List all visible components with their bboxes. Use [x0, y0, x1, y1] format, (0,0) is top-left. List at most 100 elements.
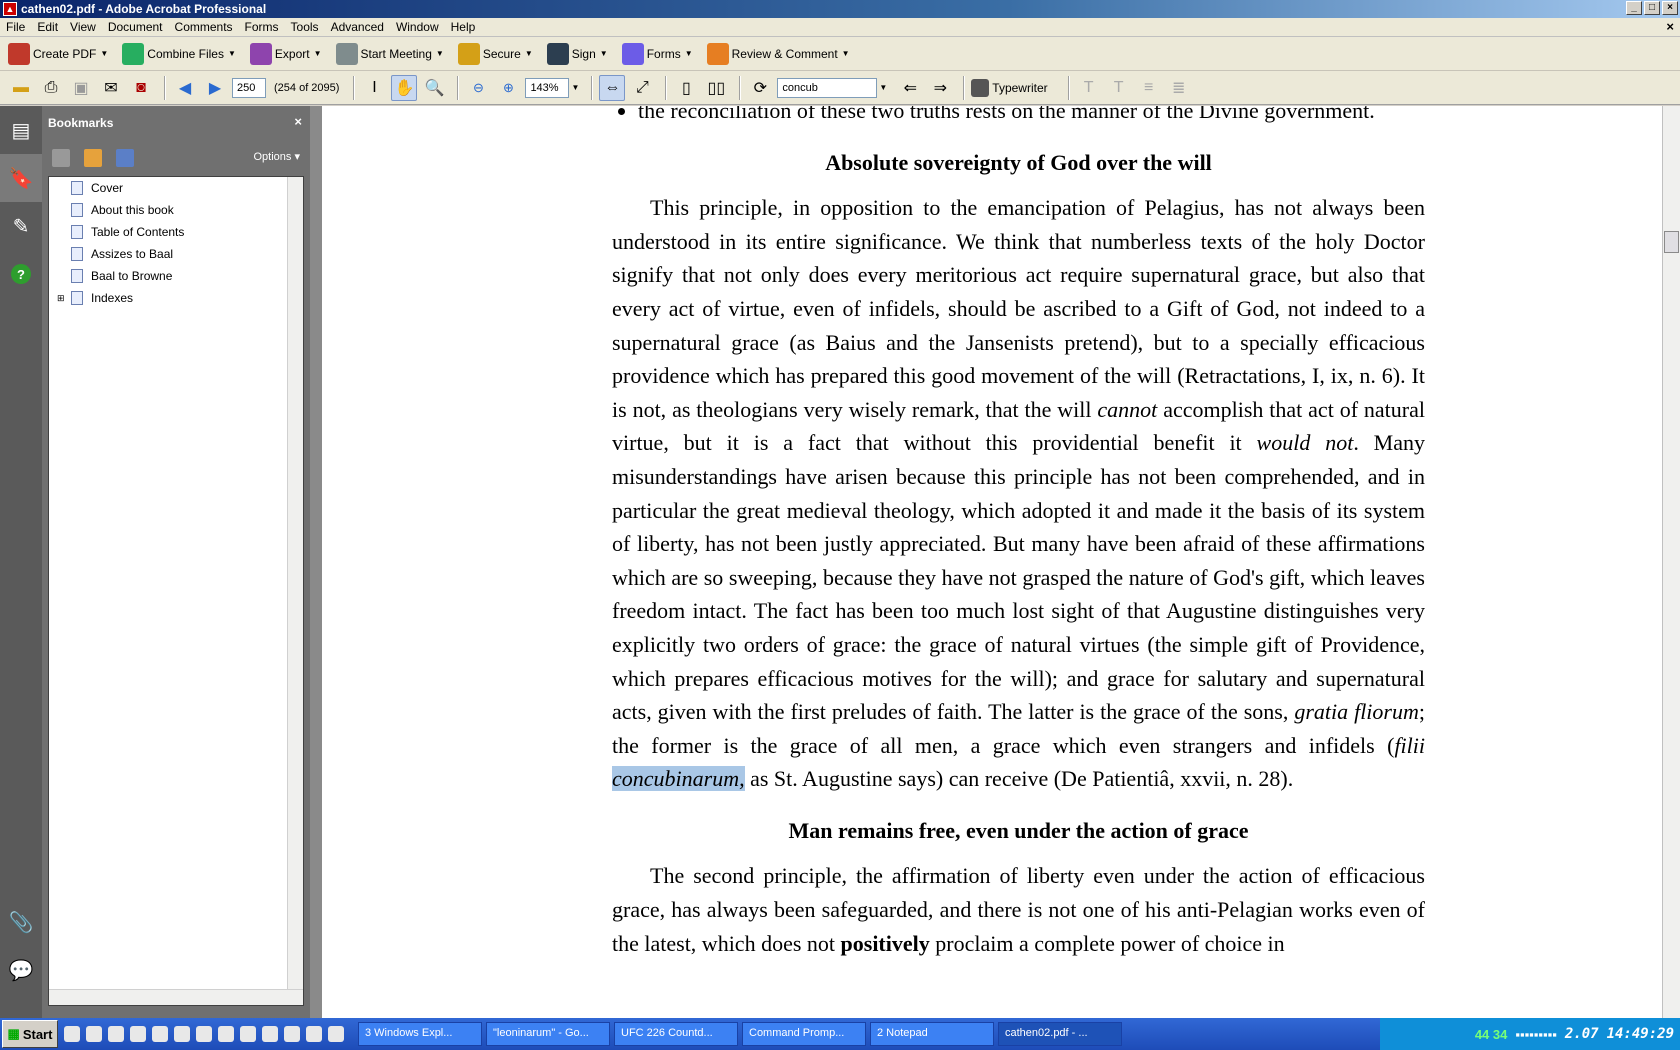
menu-file[interactable]: File [0, 20, 31, 34]
start-meeting-button[interactable]: Start Meeting ▼ [335, 40, 444, 68]
page-number-input[interactable] [232, 77, 266, 98]
document-vertical-scrollbar[interactable] [1662, 106, 1680, 1018]
review-comment-button[interactable]: Review & Comment ▼ [706, 40, 850, 68]
secure-button[interactable]: Secure ▼ [457, 40, 533, 68]
navigation-toolbar: ▬ ⎙ ▣ ✉ ◙ ◀ ▶ (254 of 2095) I ✋ 🔍 ⊖ ⊕ ▼ … [0, 71, 1680, 105]
single-page-icon[interactable]: ▯ [673, 75, 699, 101]
zoom-dropdown-icon[interactable]: ▼ [571, 83, 579, 92]
taskbar-button[interactable]: 3 Windows Expl... [358, 1022, 482, 1046]
minimize-button[interactable]: _ [1626, 1, 1642, 15]
search-highlight: concubinarum, [612, 766, 745, 792]
taskbar-button[interactable]: "leoninarum" - Go... [486, 1022, 610, 1046]
bookmark-item[interactable]: Assizes to Baal [49, 243, 303, 265]
previous-page-icon[interactable]: ◀ [172, 75, 198, 101]
export-button[interactable]: Export ▼ [249, 40, 322, 68]
print-icon[interactable]: ⎙ [38, 75, 64, 101]
find-input[interactable] [777, 77, 878, 98]
open-folder-icon[interactable]: ▬ [8, 75, 34, 101]
start-button[interactable]: ▦ Start [2, 1020, 58, 1048]
quicklaunch-icon[interactable] [328, 1026, 344, 1042]
quicklaunch-icon[interactable] [262, 1026, 278, 1042]
select-text-icon[interactable]: I [361, 75, 387, 101]
menu-tools[interactable]: Tools [285, 20, 325, 34]
bookmarks-vertical-scrollbar[interactable] [287, 177, 303, 989]
zoom-level-input[interactable] [525, 77, 570, 98]
bookmarks-panel-icon[interactable]: 🔖 [0, 154, 42, 202]
taskbar-button[interactable]: Command Promp... [742, 1022, 866, 1046]
menu-comments[interactable]: Comments [169, 20, 239, 34]
expand-bookmark-icon[interactable] [116, 149, 134, 167]
bookmark-item[interactable]: Table of Contents [49, 221, 303, 243]
quicklaunch-icon[interactable] [130, 1026, 146, 1042]
menu-forms[interactable]: Forms [239, 20, 285, 34]
document-view: the reconciliation of these two truths r… [322, 106, 1662, 1018]
bullet-item: the reconciliation of these two truths r… [638, 106, 1425, 128]
hand-tool-icon[interactable]: ✋ [391, 74, 418, 101]
save-icon[interactable]: ▣ [68, 75, 94, 101]
zoom-out-icon[interactable]: ⊖ [465, 75, 491, 101]
comments-panel-icon[interactable]: 💬 [0, 946, 42, 994]
quicklaunch-icon[interactable] [240, 1026, 256, 1042]
quicklaunch-icon[interactable] [196, 1026, 212, 1042]
taskbar-button[interactable]: 2 Notepad [870, 1022, 994, 1046]
find-previous-icon[interactable]: ⇐ [897, 75, 923, 101]
menu-advanced[interactable]: Advanced [325, 20, 390, 34]
zoom-tool-icon[interactable]: 🔍 [421, 75, 447, 101]
quicklaunch-icon[interactable] [64, 1026, 80, 1042]
bookmark-item[interactable]: ⊞ Indexes [49, 287, 303, 309]
attachments-icon[interactable]: 📎 [0, 898, 42, 946]
fit-width-icon[interactable]: ⇔ [599, 74, 626, 101]
quicklaunch-icon[interactable] [152, 1026, 168, 1042]
rotate-view-icon[interactable]: ⟳ [747, 75, 773, 101]
quicklaunch-icon[interactable] [108, 1026, 124, 1042]
close-button[interactable]: × [1662, 1, 1678, 15]
menu-document[interactable]: Document [102, 20, 169, 34]
tray-icons[interactable]: ▪▪▪▪▪▪▪▪▪ [1515, 1027, 1556, 1042]
next-page-icon[interactable]: ▶ [202, 75, 228, 101]
create-pdf-icon [8, 42, 30, 65]
fit-page-icon[interactable]: ⤢ [629, 75, 655, 101]
email-icon[interactable]: ✉ [98, 75, 124, 101]
new-bookmark-icon[interactable] [84, 149, 102, 167]
chevron-down-icon: ▼ [313, 49, 322, 58]
chevron-down-icon: ▼ [524, 49, 533, 58]
taskbar-button[interactable]: UFC 226 Countd... [614, 1022, 738, 1046]
create-pdf-button[interactable]: Create PDF ▼ [8, 40, 108, 68]
acrobat-app-icon[interactable]: ▲ [3, 2, 17, 16]
scrollbar-thumb[interactable] [1664, 231, 1679, 253]
bookmark-item[interactable]: Cover [49, 177, 303, 199]
quicklaunch-icon[interactable] [284, 1026, 300, 1042]
chevron-down-icon: ▼ [841, 49, 850, 58]
help-icon[interactable]: ? [0, 250, 42, 298]
delete-bookmark-icon[interactable] [52, 149, 70, 167]
zoom-in-icon[interactable]: ⊕ [495, 75, 521, 101]
bookmark-item[interactable]: About this book [49, 199, 303, 221]
forms-button[interactable]: Forms ▼ [621, 40, 693, 68]
bookmarks-horizontal-scrollbar[interactable] [49, 989, 303, 1005]
find-dropdown-icon[interactable]: ▼ [879, 83, 887, 92]
menu-window[interactable]: Window [390, 20, 445, 34]
taskbar-button[interactable]: cathen02.pdf - ... [998, 1022, 1122, 1046]
quicklaunch-icon[interactable] [174, 1026, 190, 1042]
typewriter-button[interactable]: Typewriter [971, 74, 1048, 102]
find-next-icon[interactable]: ⇒ [927, 75, 953, 101]
bookmark-item[interactable]: Baal to Browne [49, 265, 303, 287]
close-panel-icon[interactable]: × [294, 114, 302, 129]
combine-files-button[interactable]: Combine Files ▼ [122, 40, 236, 68]
two-page-icon[interactable]: ▯▯ [703, 75, 729, 101]
menu-help[interactable]: Help [445, 20, 482, 34]
quicklaunch-icon[interactable] [86, 1026, 102, 1042]
pages-panel-icon[interactable]: ▤ [0, 106, 42, 154]
menu-edit[interactable]: Edit [31, 20, 64, 34]
menu-view[interactable]: View [64, 20, 102, 34]
digital-id-icon[interactable]: ◙ [128, 75, 154, 101]
document-close-icon[interactable]: × [1666, 19, 1674, 34]
quicklaunch-icon[interactable] [306, 1026, 322, 1042]
maximize-button[interactable]: □ [1644, 1, 1660, 15]
options-menu[interactable]: Options ▾ [254, 150, 301, 163]
sign-button[interactable]: Sign ▼ [546, 40, 608, 68]
expand-plus-icon[interactable]: ⊞ [57, 293, 67, 304]
quicklaunch-icon[interactable] [218, 1026, 234, 1042]
panel-splitter[interactable] [310, 106, 322, 1018]
signatures-panel-icon[interactable]: ✎ [0, 202, 42, 250]
